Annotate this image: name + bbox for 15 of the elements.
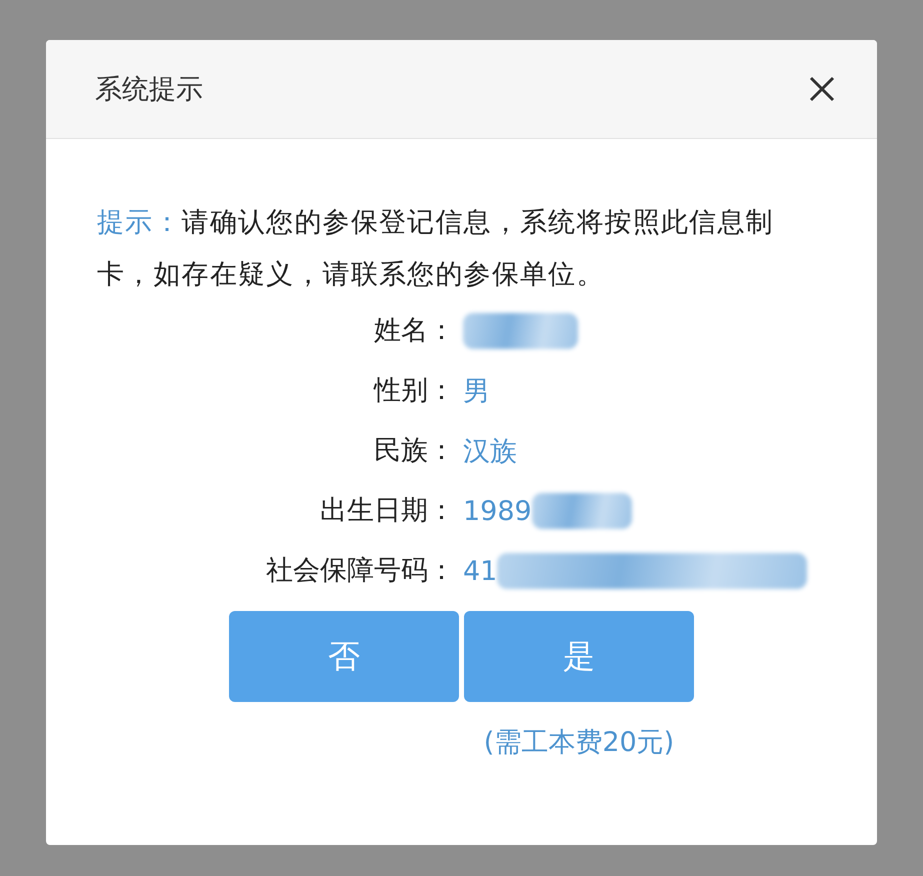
close-icon[interactable] (809, 76, 835, 102)
field-value: 男 (463, 375, 490, 409)
field-label: 出生日期： (320, 494, 455, 528)
dialog-button[interactable]: 否 (229, 611, 459, 702)
field-label: 社会保障号码： (266, 554, 455, 588)
fee-note: (需工本费20元) (482, 726, 676, 760)
prompt-message: 提示：请确认您的参保登记信息，系统将按照此信息制卡，如存在疑义，请联系您的参保单位。 (97, 206, 775, 292)
field-label: 性别： (374, 374, 455, 408)
dialog-title: 系统提示 (95, 73, 203, 107)
field-value: 41 (463, 556, 498, 586)
field-value: 1989 (463, 496, 532, 526)
field-label: 姓名： (374, 314, 455, 348)
dialog-button[interactable]: 是 (464, 611, 694, 702)
field-value: 汉族 (463, 435, 517, 469)
field-label: 民族： (374, 434, 455, 468)
